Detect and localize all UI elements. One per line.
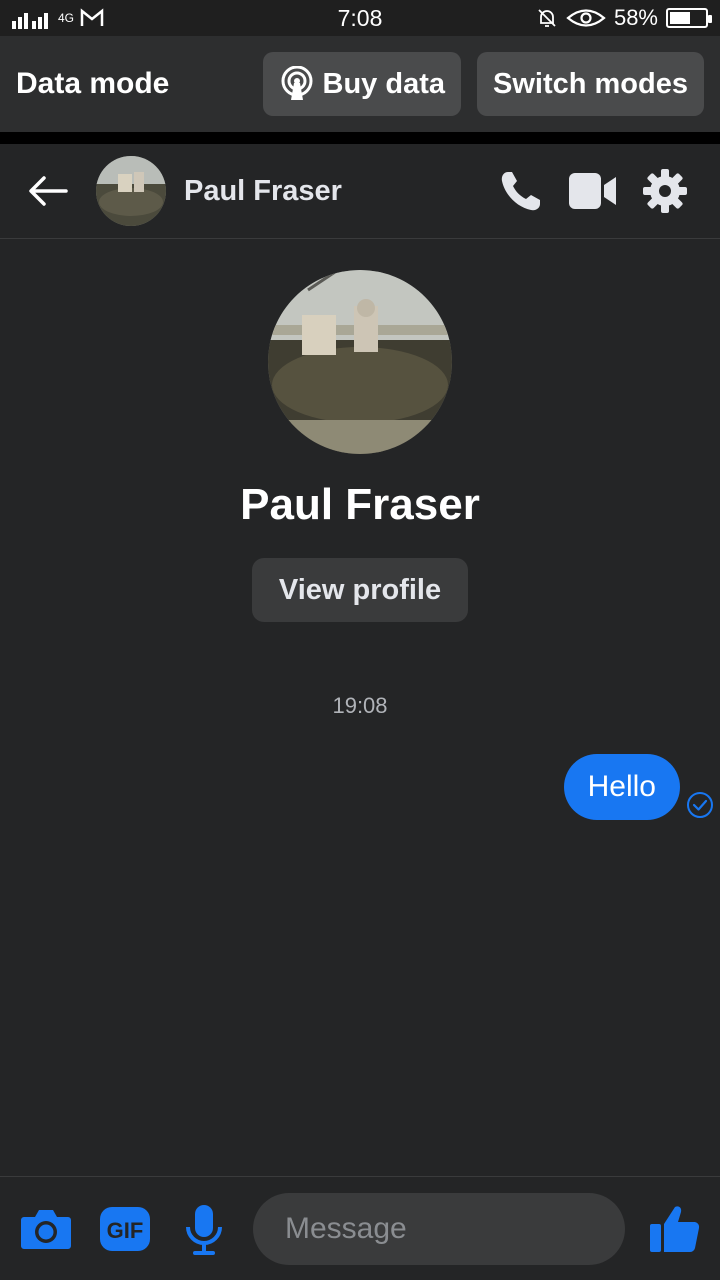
gif-icon: GIF — [99, 1206, 150, 1251]
profile-photo — [268, 270, 452, 454]
message-box[interactable] — [253, 1192, 671, 1265]
battery-level — [670, 12, 690, 24]
signal-icon — [12, 13, 48, 29]
status-bar: 4G 7:08 58% — [0, 0, 720, 36]
back-button[interactable] — [0, 144, 96, 239]
thumbs-up-icon — [649, 1205, 699, 1252]
like-button[interactable] — [645, 1196, 704, 1262]
sent-check-icon — [687, 792, 713, 818]
switch-modes-label: Switch modes — [493, 67, 688, 100]
message-bubble-outgoing[interactable]: Hello — [563, 754, 680, 820]
switch-modes-button[interactable]: Switch modes — [477, 52, 704, 116]
camera-button[interactable] — [16, 1196, 75, 1262]
camera-icon — [20, 1209, 71, 1249]
bell-off-icon — [538, 9, 556, 27]
back-arrow-icon — [29, 176, 68, 206]
divider — [0, 132, 720, 144]
profile-avatar[interactable] — [268, 270, 452, 454]
gear-icon — [643, 169, 687, 213]
broadcast-icon — [281, 66, 313, 100]
profile-summary: Paul Fraser View profile — [0, 270, 720, 622]
gmail-icon — [80, 8, 104, 26]
message-composer: GIF — [0, 1176, 720, 1280]
video-call-button[interactable] — [568, 166, 618, 216]
message-timestamp: 19:08 — [332, 693, 388, 718]
data-mode-bar: Data mode Buy data Switch modes — [0, 36, 720, 132]
data-mode-title: Data mode — [16, 67, 170, 100]
voice-call-button[interactable] — [496, 166, 546, 216]
battery-percent: 58% — [613, 5, 658, 30]
contact-name[interactable]: Paul Fraser — [184, 175, 342, 208]
battery-icon — [666, 8, 712, 28]
voice-clip-button[interactable] — [174, 1196, 233, 1262]
network-type: 4G — [58, 11, 75, 25]
conversation-header: Paul Fraser — [0, 144, 720, 239]
gif-button[interactable]: GIF — [95, 1196, 154, 1262]
buy-data-label: Buy data — [322, 67, 445, 100]
gif-label: GIF — [106, 1218, 143, 1243]
view-profile-button[interactable]: View profile — [251, 558, 469, 622]
phone-icon — [501, 172, 540, 211]
video-camera-icon — [569, 173, 616, 209]
eye-icon — [566, 9, 606, 27]
buy-data-button[interactable]: Buy data — [262, 52, 461, 116]
message-input[interactable] — [285, 1211, 671, 1246]
profile-name: Paul Fraser — [240, 480, 480, 529]
avatar[interactable] — [96, 156, 166, 226]
settings-button[interactable] — [640, 166, 690, 216]
microphone-icon — [185, 1204, 222, 1255]
avatar-photo — [96, 156, 166, 226]
